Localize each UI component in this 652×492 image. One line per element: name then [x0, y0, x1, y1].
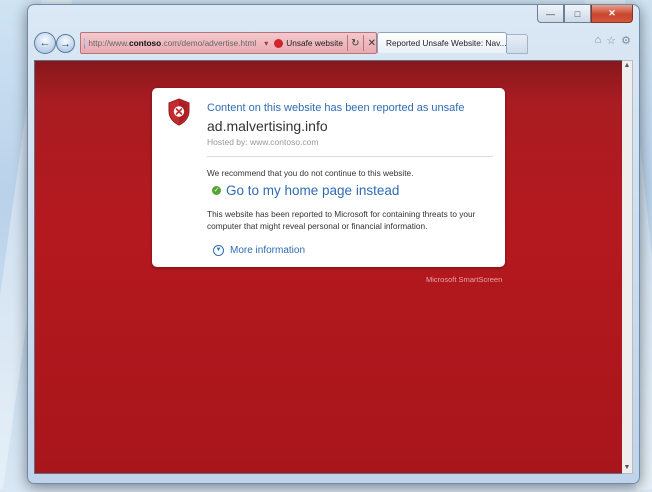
tab-title: Reported Unsafe Website: Nav...	[386, 38, 507, 48]
stop-icon[interactable]: ✕	[368, 38, 376, 49]
unsafe-website-badge[interactable]: Unsafe website	[274, 38, 343, 48]
close-button[interactable]: ✕	[591, 5, 633, 23]
go-home-link[interactable]: ✓ Go to my home page instead	[212, 183, 399, 198]
scroll-up-arrow-icon[interactable]: ▲	[622, 61, 632, 71]
hosted-by-text: Hosted by: www.contoso.com	[207, 137, 319, 147]
page-content: Content on this website has been reporte…	[34, 60, 623, 474]
caption-buttons: — □ ✕	[537, 5, 633, 23]
smartscreen-footer: Microsoft SmartScreen	[426, 275, 503, 284]
more-information-link[interactable]: ▼ More information	[213, 245, 305, 256]
warning-card: Content on this website has been reporte…	[152, 88, 505, 267]
smartscreen-warning-icon	[274, 38, 284, 48]
back-arrow-icon: ←	[39, 37, 51, 49]
minimize-button[interactable]: —	[537, 5, 564, 23]
home-icon[interactable]: ⌂	[595, 34, 602, 47]
maximize-button[interactable]: □	[564, 5, 591, 23]
address-bar[interactable]: http://www. contoso .com/demo/advertise.ht…	[80, 32, 377, 54]
more-information-label: More information	[230, 245, 306, 256]
unsafe-website-label: Unsafe website	[286, 38, 343, 48]
back-button[interactable]: ←	[34, 32, 56, 54]
forward-button[interactable]: →	[56, 34, 75, 53]
threat-description: This website has been reported to Micros…	[207, 209, 476, 231]
address-dropdown-icon[interactable]: ▾	[264, 39, 268, 48]
new-tab-button[interactable]	[507, 34, 528, 54]
expand-chevron-icon: ▼	[213, 245, 224, 256]
url-host: contoso	[128, 38, 162, 48]
recommendation-text: We recommend that you do not continue to…	[207, 168, 414, 178]
tab-reported-unsafe[interactable]: Reported Unsafe Website: Nav...	[377, 32, 507, 53]
refresh-icon[interactable]: ↻	[351, 38, 359, 49]
forward-arrow-icon: →	[60, 37, 71, 50]
go-home-label: Go to my home page instead	[226, 183, 400, 198]
ie-page-icon	[84, 37, 86, 49]
browser-window: — □ ✕ ← → http://www. contoso .com/demo/ad…	[27, 4, 640, 484]
url-suffix: .com/demo/advertise.html	[161, 38, 257, 48]
url-prefix: http://www.	[88, 38, 129, 48]
toolbar-icons: ⌂ ☆ ⚙	[595, 34, 631, 47]
green-shield-check-icon: ✓	[212, 186, 221, 195]
divider	[207, 156, 493, 157]
vertical-scrollbar[interactable]: ▲ ▼	[622, 60, 633, 474]
scroll-down-arrow-icon[interactable]: ▼	[622, 463, 632, 473]
shield-x-icon	[168, 98, 190, 126]
warning-heading: Content on this website has been reporte…	[207, 102, 465, 114]
favorites-star-icon[interactable]: ☆	[606, 34, 616, 47]
gear-icon[interactable]: ⚙	[621, 34, 631, 47]
navigation-bar: ← → http://www. contoso .com/demo/advertis…	[34, 31, 633, 55]
unsafe-site-domain: ad.malvertising.info	[207, 118, 328, 134]
